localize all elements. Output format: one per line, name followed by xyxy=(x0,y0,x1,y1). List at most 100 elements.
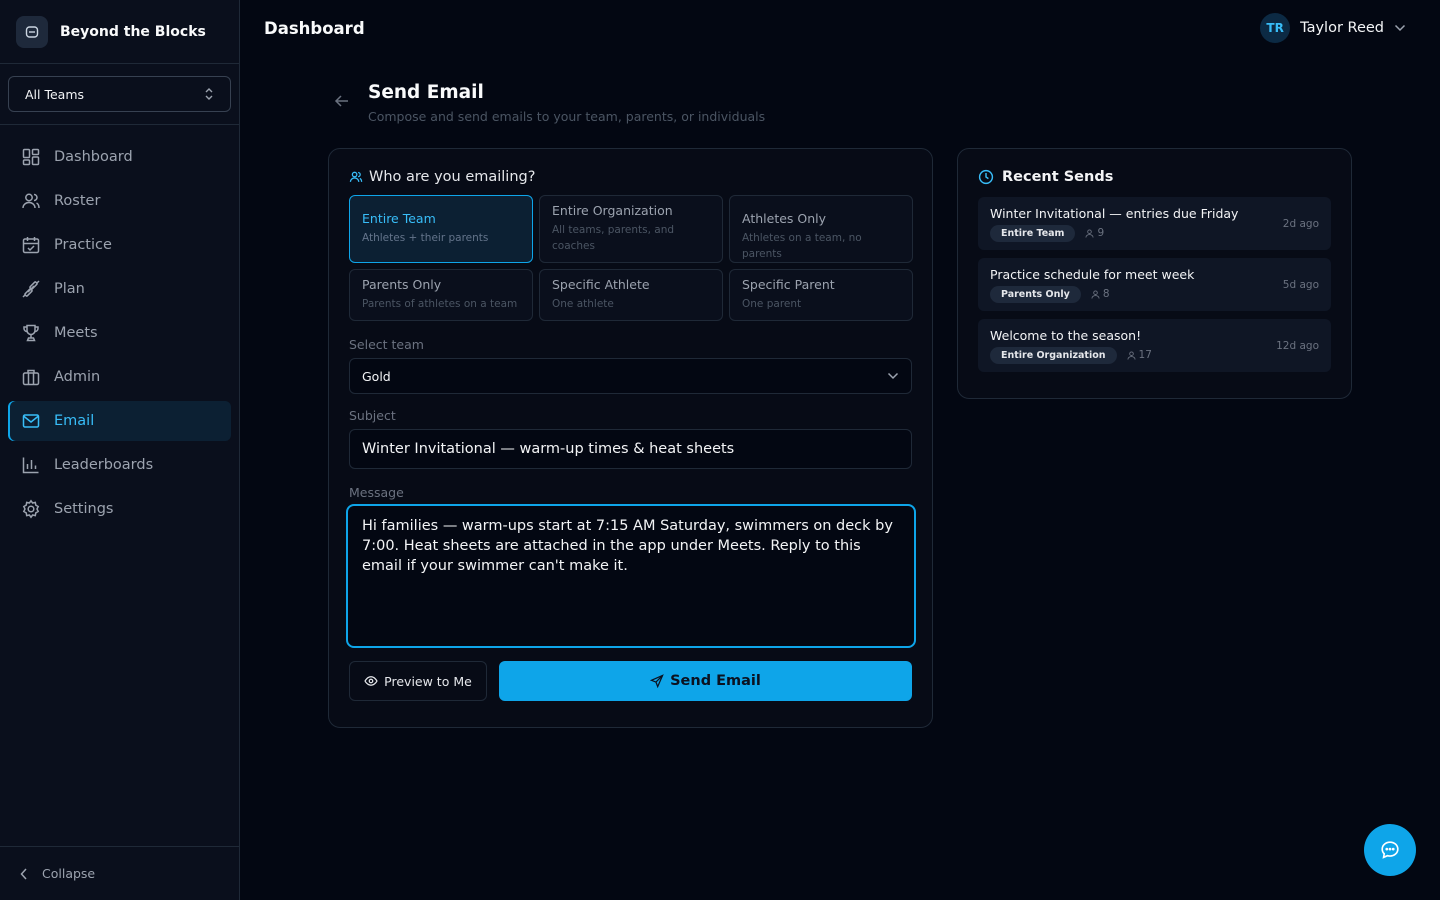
header-title: Dashboard xyxy=(264,18,365,38)
collapse-label: Collapse xyxy=(42,866,96,881)
message-label: Message xyxy=(349,485,404,500)
page-title: Send Email xyxy=(368,82,484,103)
sidebar-item-dashboard[interactable]: Dashboard xyxy=(8,137,231,177)
sidebar-item-label: Leaderboards xyxy=(54,457,154,473)
send-label: Send Email xyxy=(670,673,761,689)
option-title: Entire Organization xyxy=(552,203,673,218)
recipient-option-entire-organization[interactable]: Entire Organization All teams, parents, … xyxy=(539,195,723,263)
eye-icon xyxy=(364,676,378,686)
recent-send-item[interactable]: Practice schedule for meet week Parents … xyxy=(978,258,1331,311)
message-textarea[interactable]: Hi families — warm-ups start at 7:15 AM … xyxy=(346,504,916,648)
chevron-down-icon xyxy=(887,372,899,380)
compose-card: Who are you emailing? Entire Team Athlet… xyxy=(328,148,933,728)
page-subtitle: Compose and send emails to your team, pa… xyxy=(368,109,766,124)
preview-button[interactable]: Preview to Me xyxy=(349,661,487,701)
recipient-option-athletes-only[interactable]: Athletes Only Athletes on a team, no par… xyxy=(729,195,913,263)
recent-send-time: 12d ago xyxy=(1276,339,1319,352)
recent-send-title: Practice schedule for meet week xyxy=(990,266,1195,282)
recent-sends-title: Recent Sends xyxy=(1002,169,1114,185)
chevron-down-icon xyxy=(1394,24,1406,32)
recent-send-time: 2d ago xyxy=(1282,217,1319,230)
recipient-option-specific-athlete[interactable]: Specific Athlete One athlete xyxy=(539,269,723,321)
recipient-count: 17 xyxy=(1126,349,1152,361)
audience-badge: Entire Team xyxy=(990,224,1076,242)
chat-button[interactable] xyxy=(1364,824,1416,876)
audience-badge: Parents Only xyxy=(990,285,1081,303)
sidebar-item-label: Practice xyxy=(54,237,112,253)
gear-icon xyxy=(22,499,40,519)
recipient-option-specific-parent[interactable]: Specific Parent One parent xyxy=(729,269,913,321)
chevron-up-down-icon xyxy=(205,88,213,100)
user-icon xyxy=(1085,228,1095,238)
audience-badge: Entire Organization xyxy=(990,346,1117,364)
users-icon xyxy=(22,193,40,209)
user-name: Taylor Reed xyxy=(1300,20,1384,36)
option-desc: All teams, parents, and coaches xyxy=(552,224,675,252)
send-email-button[interactable]: Send Email xyxy=(499,661,912,701)
recipient-count-value: 8 xyxy=(1102,288,1110,300)
sidebar-item-settings[interactable]: Settings xyxy=(8,489,231,529)
page-head: Send Email Compose and send emails to yo… xyxy=(334,82,765,124)
recent-sends-list: Winter Invitational — entries due Friday… xyxy=(978,197,1331,372)
recent-send-item[interactable]: Welcome to the season! Entire Organizati… xyxy=(978,319,1331,372)
recent-send-item[interactable]: Winter Invitational — entries due Friday… xyxy=(978,197,1331,250)
sidebar-item-label: Plan xyxy=(54,281,85,297)
brand[interactable]: Beyond the Blocks xyxy=(0,0,239,64)
sidebar-item-plan[interactable]: Plan xyxy=(8,269,231,309)
dumbbell-icon xyxy=(22,280,40,298)
recipient-count-value: 9 xyxy=(1097,227,1105,239)
recipient-count: 9 xyxy=(1085,227,1104,239)
compose-actions: Preview to Me Send Email xyxy=(349,661,912,701)
sidebar-item-admin[interactable]: Admin xyxy=(8,357,231,397)
recipients-label: Who are you emailing? xyxy=(369,169,536,185)
chevron-left-icon xyxy=(20,867,27,880)
subject-input[interactable]: Winter Invitational — warm-up times & he… xyxy=(349,429,912,469)
team-select[interactable]: Gold xyxy=(349,358,912,394)
option-title: Entire Team xyxy=(362,211,436,226)
sidebar-nav: Dashboard Roster Practice Plan Meets Adm… xyxy=(0,125,239,529)
option-desc: Parents of athletes on a team xyxy=(362,298,518,310)
back-arrow-icon[interactable] xyxy=(334,94,350,108)
recipient-options: Entire Team Athletes + their parents Ent… xyxy=(349,195,913,321)
sidebar-item-label: Settings xyxy=(54,501,114,517)
recipient-option-entire-team[interactable]: Entire Team Athletes + their parents xyxy=(349,195,533,263)
avatar: TR xyxy=(1260,13,1291,43)
option-title: Athletes Only xyxy=(742,211,827,226)
sidebar-item-label: Admin xyxy=(54,369,101,385)
select-team-label: Select team xyxy=(349,337,424,352)
sidebar-item-practice[interactable]: Practice xyxy=(8,225,231,265)
sidebar-item-email[interactable]: Email xyxy=(8,401,231,441)
trophy-icon xyxy=(23,324,39,342)
option-desc: One athlete xyxy=(552,298,614,310)
sidebar-item-label: Dashboard xyxy=(54,149,133,165)
user-icon xyxy=(1091,289,1100,299)
recipient-count-value: 17 xyxy=(1138,349,1152,361)
recipient-option-parents-only[interactable]: Parents Only Parents of athletes on a te… xyxy=(349,269,533,321)
user-icon xyxy=(1126,350,1136,360)
users-icon xyxy=(349,171,363,182)
bar-chart-icon xyxy=(22,457,39,474)
sidebar: Beyond the Blocks All Teams Dashboard Ro… xyxy=(0,0,240,900)
chat-icon xyxy=(1381,841,1399,859)
recent-sends-card: Recent Sends Winter Invitational — entri… xyxy=(957,148,1352,399)
sidebar-item-label: Meets xyxy=(54,325,98,341)
top-header: Dashboard TR Taylor Reed xyxy=(240,0,1440,56)
sidebar-item-meets[interactable]: Meets xyxy=(8,313,231,353)
send-icon xyxy=(650,674,664,688)
dashboard-icon xyxy=(22,148,40,166)
collapse-button[interactable]: Collapse xyxy=(0,846,239,900)
team-selector[interactable]: All Teams xyxy=(8,76,231,112)
building-icon xyxy=(22,369,40,386)
recipient-count: 8 xyxy=(1091,288,1110,300)
clock-icon xyxy=(978,169,994,185)
team-selector-value: All Teams xyxy=(25,86,85,102)
option-title: Parents Only xyxy=(362,277,442,292)
sidebar-item-leaderboards[interactable]: Leaderboards xyxy=(8,445,231,485)
user-menu[interactable]: TR Taylor Reed xyxy=(1260,13,1406,43)
recent-sends-heading: Recent Sends xyxy=(978,169,1331,185)
preview-label: Preview to Me xyxy=(384,673,472,689)
recent-send-title: Winter Invitational — entries due Friday xyxy=(990,205,1239,221)
sidebar-item-roster[interactable]: Roster xyxy=(8,181,231,221)
subject-label: Subject xyxy=(349,408,396,423)
team-select-value: Gold xyxy=(362,368,391,384)
